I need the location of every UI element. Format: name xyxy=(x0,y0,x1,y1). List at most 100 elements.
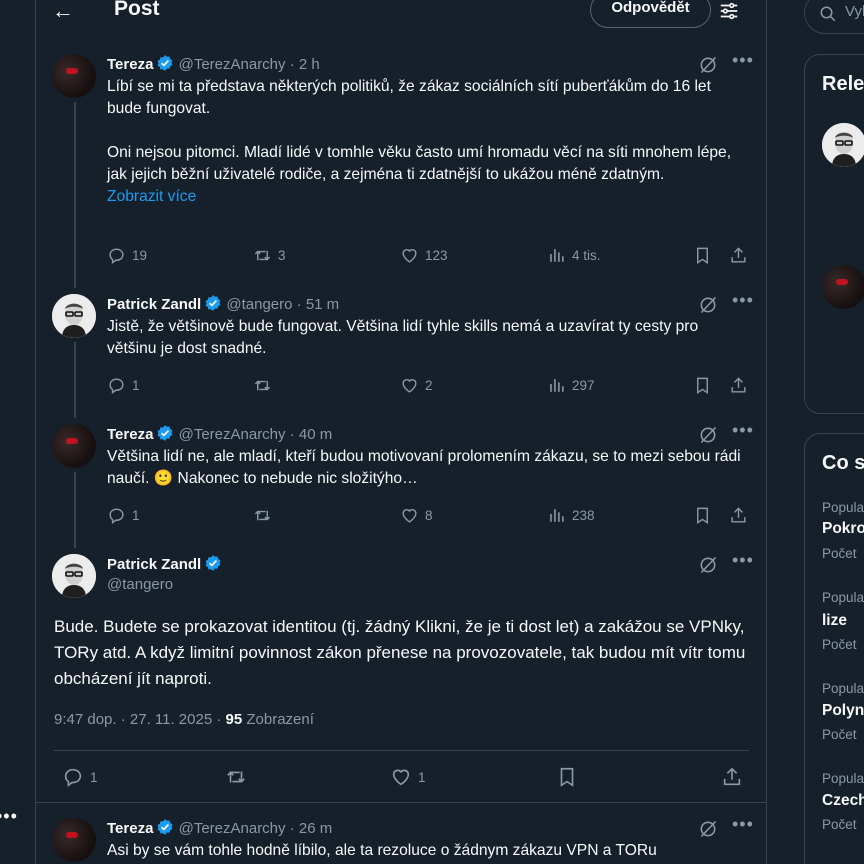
share-action[interactable] xyxy=(721,766,743,788)
avatar[interactable] xyxy=(52,818,96,862)
like-count: 2 xyxy=(425,378,433,393)
reply-count: 19 xyxy=(132,248,148,263)
author-name[interactable]: Patrick Zandl xyxy=(107,556,201,573)
author-name[interactable]: Tereza xyxy=(107,820,153,837)
post-time[interactable]: 51 m xyxy=(306,296,339,313)
views-icon xyxy=(547,246,566,265)
grok-icon[interactable] xyxy=(698,295,718,315)
avatar[interactable] xyxy=(52,554,96,598)
bookmark-action[interactable] xyxy=(556,766,578,788)
more-options-icon[interactable]: ••• xyxy=(732,550,754,571)
search-input[interactable]: Vyh xyxy=(845,3,864,20)
avatar[interactable] xyxy=(822,123,864,167)
trend-context: Popula xyxy=(822,681,864,696)
bookmark-action[interactable] xyxy=(693,506,712,525)
bookmark-icon xyxy=(693,246,712,265)
grok-icon[interactable] xyxy=(698,819,718,839)
author-name[interactable]: Patrick Zandl xyxy=(107,296,201,313)
repost-action[interactable] xyxy=(253,506,272,525)
trend-context: Popula xyxy=(822,771,864,786)
more-options-icon[interactable]: ••• xyxy=(732,420,754,441)
grok-icon[interactable] xyxy=(698,55,718,75)
like-action[interactable]: 2 xyxy=(400,376,433,395)
divider xyxy=(36,802,766,803)
view-count: 4 tis. xyxy=(572,248,601,263)
like-action[interactable]: 8 xyxy=(400,506,433,525)
trend-count: Počet xyxy=(822,727,857,742)
grok-icon[interactable] xyxy=(698,555,718,575)
author-handle[interactable]: @TerezAnarchy xyxy=(179,56,286,73)
view-count: 297 xyxy=(572,378,595,393)
avatar[interactable] xyxy=(52,294,96,338)
author-handle[interactable]: @tangero xyxy=(226,296,292,313)
author-name[interactable]: Tereza xyxy=(107,426,153,443)
author-handle[interactable]: @TerezAnarchy xyxy=(179,426,286,443)
trend-item[interactable]: Czech xyxy=(822,792,864,810)
more-dots-icon[interactable]: ••• xyxy=(0,806,18,827)
search-icon xyxy=(820,6,836,22)
repost-icon xyxy=(253,246,272,265)
reply-post[interactable]: Tereza @TerezAnarchy · 40 m ••• Většina … xyxy=(36,420,766,548)
more-options-icon[interactable]: ••• xyxy=(732,290,754,311)
grok-icon[interactable] xyxy=(698,425,718,445)
bookmark-action[interactable] xyxy=(693,376,712,395)
views-icon xyxy=(547,376,566,395)
post-time[interactable]: 40 m xyxy=(299,426,332,443)
more-options-icon[interactable]: ••• xyxy=(732,50,754,71)
trend-item[interactable]: Polyn xyxy=(822,702,864,720)
view-count: 238 xyxy=(572,508,595,523)
share-action[interactable] xyxy=(729,506,748,525)
like-count: 123 xyxy=(425,248,448,263)
post-datetime[interactable]: 9:47 dop. · 27. 11. 2025 · xyxy=(54,711,226,728)
post-time[interactable]: 2 h xyxy=(299,56,320,73)
show-more-link[interactable]: Zobrazit více xyxy=(107,186,747,208)
thread-line xyxy=(74,472,76,548)
sliders-icon[interactable] xyxy=(718,0,740,22)
share-action[interactable] xyxy=(729,246,748,265)
trend-count: Počet xyxy=(822,817,857,832)
repost-action[interactable] xyxy=(253,376,272,395)
reply-button[interactable]: Odpovědět xyxy=(590,0,711,28)
reply-action[interactable]: 19 xyxy=(107,246,147,265)
repost-icon xyxy=(225,766,247,788)
like-action[interactable]: 123 xyxy=(400,246,448,265)
bookmark-action[interactable] xyxy=(693,246,712,265)
like-count: 1 xyxy=(418,769,426,785)
trend-item[interactable]: Pokro xyxy=(822,520,864,538)
reply-action[interactable]: 1 xyxy=(62,766,98,788)
avatar[interactable] xyxy=(52,54,96,98)
search-box[interactable]: Vyh xyxy=(804,0,864,34)
post-text: Líbí se mi ta představa některých politi… xyxy=(107,76,747,208)
author-handle[interactable]: @TerezAnarchy xyxy=(179,820,286,837)
verified-badge-icon xyxy=(156,54,174,72)
reply-action[interactable]: 1 xyxy=(107,506,140,525)
trend-item[interactable]: lize xyxy=(822,612,847,630)
views-action[interactable]: 297 xyxy=(547,376,595,395)
reply-post[interactable]: Patrick Zandl @tangero · 51 m ••• Jistě,… xyxy=(36,290,766,418)
views-action[interactable]: 4 tis. xyxy=(547,246,601,265)
back-arrow-icon[interactable]: ← xyxy=(52,0,74,24)
post-time[interactable]: 26 m xyxy=(299,820,332,837)
post-text: Asi by se vám tohle hodně líbilo, ale ta… xyxy=(107,842,657,859)
avatar[interactable] xyxy=(822,265,864,309)
reply-post[interactable]: Tereza @TerezAnarchy · 2 h ••• Líbí se m… xyxy=(36,50,766,288)
reply-action[interactable]: 1 xyxy=(107,376,140,395)
repost-action[interactable] xyxy=(225,766,247,788)
panel-title: Rele xyxy=(822,73,864,95)
like-action[interactable]: 1 xyxy=(390,766,426,788)
share-action[interactable] xyxy=(729,376,748,395)
avatar[interactable] xyxy=(52,424,96,468)
views-action[interactable]: 238 xyxy=(547,506,595,525)
author-handle[interactable]: @tangero xyxy=(107,576,173,593)
repost-action[interactable]: 3 xyxy=(253,246,286,265)
action-bar: 19 3 123 4 tis. xyxy=(107,246,747,266)
share-icon xyxy=(729,376,748,395)
reply-count: 1 xyxy=(132,378,140,393)
more-options-icon[interactable]: ••• xyxy=(732,814,754,835)
post-header-row: Tereza @TerezAnarchy · 26 m xyxy=(107,818,332,837)
reply-post[interactable]: Tereza @TerezAnarchy · 26 m ••• Asi by s… xyxy=(36,814,766,864)
post-meta: 9:47 dop. · 27. 11. 2025 · 95 Zobrazení xyxy=(54,711,314,728)
author-name[interactable]: Tereza xyxy=(107,56,153,73)
post-column: ← Post Odpovědět Tereza @TerezAnarchy · … xyxy=(35,0,767,864)
page-title: Post xyxy=(114,0,160,20)
